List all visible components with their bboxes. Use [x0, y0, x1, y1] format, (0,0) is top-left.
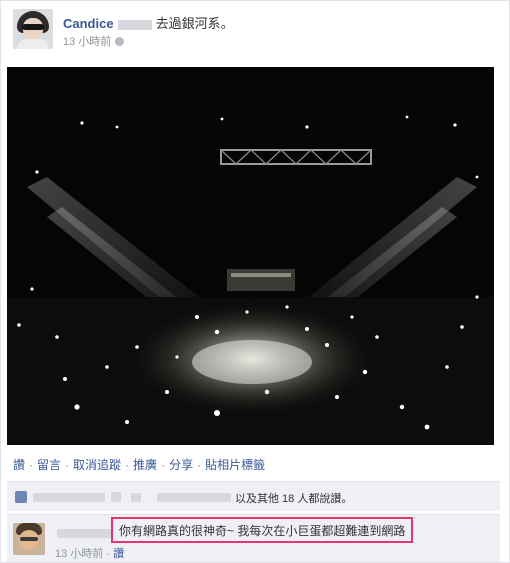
redacted-liker-name — [131, 493, 141, 502]
likes-summary: 以及其他 18 人都說讚。 — [7, 481, 500, 511]
feed-story: Candice 去過銀河系。 13 小時前 讚 · 留言 · 取消追蹤 · 推廣… — [0, 0, 510, 563]
author-name-link[interactable]: Candice — [63, 16, 114, 31]
redacted-liker-name — [111, 492, 121, 502]
share-link[interactable]: 分享 — [169, 458, 193, 472]
comment-like-link[interactable]: 讚 — [113, 548, 124, 560]
redacted-liker-name — [157, 493, 231, 502]
story-header: Candice 去過銀河系。 13 小時前 — [13, 9, 493, 53]
author-avatar[interactable] — [13, 9, 53, 49]
comment-item: 你有網路真的很神奇~ 我每次在小巨蛋都超難連到網路 13 小時前 · 讚 — [7, 514, 500, 562]
tag-photo-link[interactable]: 貼相片標籤 — [205, 458, 265, 472]
story-actions: 讚 · 留言 · 取消追蹤 · 推廣 · 分享 · 貼相片標籤 — [13, 458, 266, 472]
comment-link[interactable]: 留言 — [37, 458, 61, 472]
author-line: Candice 去過銀河系。 — [63, 13, 234, 32]
story-timestamp-line: 13 小時前 — [63, 33, 125, 49]
comment-text-highlight: 你有網路真的很神奇~ 我每次在小巨蛋都超難連到網路 — [111, 517, 414, 543]
unfollow-link[interactable]: 取消追蹤 — [73, 458, 121, 472]
redacted-surname — [117, 19, 152, 30]
commenter-avatar[interactable] — [13, 523, 45, 555]
promote-link[interactable]: 推廣 — [133, 458, 157, 472]
comment-timestamp[interactable]: 13 小時前 — [55, 548, 103, 560]
like-link[interactable]: 讚 — [13, 458, 25, 472]
concert-photo-image — [7, 67, 494, 445]
comment-meta: 13 小時前 · 讚 — [55, 548, 125, 560]
redacted-liker-name — [33, 493, 105, 502]
likes-count-text[interactable]: 以及其他 18 人都說讚。 — [235, 490, 352, 506]
story-timestamp[interactable]: 13 小時前 — [63, 36, 111, 48]
redacted-commenter-name — [57, 529, 113, 538]
thumbs-up-icon — [15, 491, 27, 503]
globe-icon[interactable] — [115, 37, 125, 46]
post-photo[interactable] — [7, 67, 494, 445]
comment-text: 你有網路真的很神奇~ 我每次在小巨蛋都超難連到網路 — [119, 524, 406, 538]
story-action-text: 去過銀河系。 — [155, 16, 234, 31]
